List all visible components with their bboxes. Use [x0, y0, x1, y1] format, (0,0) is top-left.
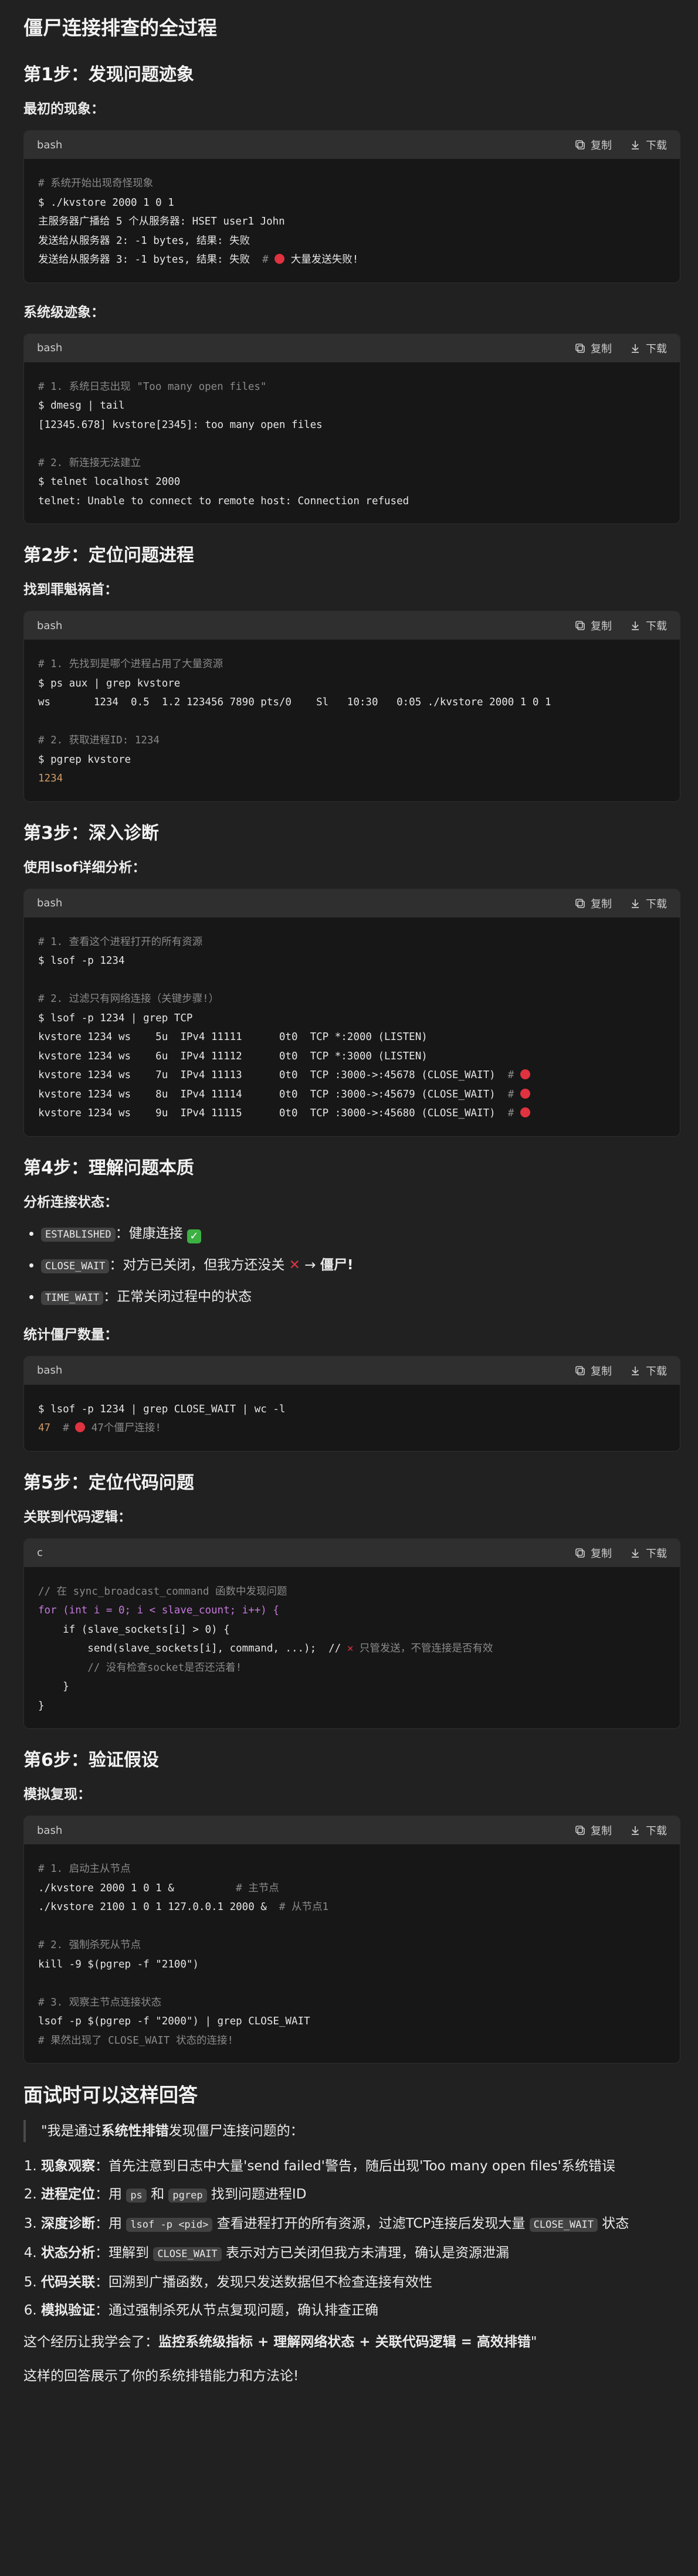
list-item: 进程定位：用 ps 和 pgrep 找到问题进程ID — [41, 2184, 679, 2205]
download-icon — [632, 344, 639, 353]
copy-icon — [575, 621, 585, 630]
code-header: c 复制 下载 — [24, 1538, 680, 1567]
code-content: // 在 sync_broadcast_command 函数中发现问题 for … — [38, 1585, 493, 1712]
download-icon — [632, 1826, 639, 1835]
red-circle-icon — [275, 254, 285, 264]
list-item: 现象观察：首先注意到日志中大量'send failed'警告，随后出现'Too … — [41, 2156, 679, 2176]
code-content: # 1. 系统日志出现 "Too many open files" $ dmes… — [38, 380, 409, 507]
code-language: bash — [37, 1364, 63, 1377]
step5-heading: 第5步：定位代码问题 — [23, 1472, 194, 1493]
step4-count-label: 统计僵尸数量： — [23, 1327, 118, 1343]
list-item: 状态分析：理解到 CLOSE_WAIT 表示对方已关闭但我方未清理，确认是资源泄… — [41, 2243, 679, 2264]
code-block: bash 复制 下载 # 1. 先找到是哪个进程占用了大量资源 $ ps aux… — [23, 611, 680, 802]
copy-icon — [575, 898, 585, 908]
quote: "我是通过系统性排错发现僵尸连接问题的： — [23, 2120, 679, 2142]
code-content: # 1. 查看这个进程打开的所有资源 $ lsof -p 1234 # 2. 过… — [24, 917, 680, 1136]
code-language: bash — [37, 138, 63, 151]
cross-icon: ✕ — [289, 1257, 300, 1273]
step4-label: 分析连接状态： — [23, 1194, 118, 1210]
page-title: 僵尸连接排查的全过程 — [23, 16, 217, 39]
step6-label: 模拟复现： — [23, 1787, 91, 1802]
code-block: bash 复制 下载 # 系统开始出现奇怪现象 $ ./kvstore 2000… — [23, 130, 680, 283]
code-content: # 系统开始出现奇怪现象 $ ./kvstore 2000 1 0 1 主服务器… — [38, 178, 359, 266]
step1-heading: 第1步：发现问题迹象 — [23, 64, 194, 85]
copy-icon — [575, 343, 585, 353]
download-icon — [632, 1548, 639, 1558]
copy-button[interactable]: 复制 — [574, 1545, 612, 1561]
copy-icon — [575, 140, 585, 149]
download-button[interactable]: 下载 — [629, 618, 667, 633]
interview-heading: 面试时可以这样回答 — [23, 2084, 198, 2106]
copy-button[interactable]: 复制 — [574, 137, 612, 152]
code-header: bash 复制 下载 — [24, 131, 680, 159]
list-item: 深度诊断：用 lsof -p <pid> 查看进程打开的所有资源，过滤TCP连接… — [41, 2214, 679, 2235]
copy-icon — [575, 1548, 585, 1558]
code-content: # 1. 启动主从节点 ./kvstore 2000 1 0 1 & # 主节点… — [38, 1863, 329, 2047]
copy-button[interactable]: 复制 — [574, 618, 612, 633]
copy-icon — [575, 1365, 585, 1375]
code-language: bash — [37, 619, 63, 632]
download-button[interactable]: 下载 — [629, 896, 667, 911]
closing-text: 这样的回答展示了你的系统排错能力和方法论! — [23, 2368, 299, 2384]
list-item: CLOSE_WAIT：对方已关闭，但我方还没关 ✕ → 僵尸! — [41, 1255, 679, 1276]
download-icon — [632, 1366, 639, 1375]
copy-button[interactable]: 复制 — [574, 1363, 612, 1378]
step4-heading: 第4步：理解问题本质 — [23, 1157, 194, 1178]
code-language: c — [37, 1547, 43, 1559]
code-language: bash — [37, 1824, 63, 1837]
step1-initial-label: 最初的现象： — [23, 101, 104, 117]
summary: 这个经历让我学会了：监控系统级指标 + 理解网络状态 + 关联代码逻辑 = 高效… — [23, 2334, 537, 2350]
download-icon — [632, 899, 639, 908]
step2-heading: 第2步：定位问题进程 — [23, 545, 194, 566]
copy-button[interactable]: 复制 — [574, 896, 612, 911]
list-item: 模拟验证：通过强制杀死从节点复现问题，确认排查正确 — [41, 2300, 679, 2320]
red-circle-icon — [75, 1422, 86, 1432]
copy-icon — [575, 1826, 585, 1835]
download-button[interactable]: 下载 — [629, 1823, 667, 1838]
code-content: # 1. 先找到是哪个进程占用了大量资源 $ ps aux | grep kvs… — [38, 658, 551, 784]
download-button[interactable]: 下载 — [629, 1363, 667, 1378]
download-button[interactable]: 下载 — [629, 137, 667, 152]
step2-label: 找到罪魁祸首： — [23, 582, 118, 597]
red-circle-icon — [520, 1107, 530, 1117]
download-icon — [632, 621, 639, 630]
code-language: bash — [37, 897, 63, 909]
code-content: $ lsof -p 1234 | grep CLOSE_WAIT | wc -l… — [38, 1403, 286, 1435]
answer-list: 现象观察：首先注意到日志中大量'send failed'警告，随后出现'Too … — [23, 2156, 679, 2320]
download-button[interactable]: 下载 — [629, 341, 667, 356]
list-item: 代码关联：回溯到广播函数，发现只发送数据但不检查连接有效性 — [41, 2272, 679, 2292]
code-header: bash 复制 下载 — [24, 334, 680, 362]
code-block: bash 复制 下载 # 1. 系统日志出现 "Too many open fi… — [23, 333, 680, 524]
step3-label: 使用lsof详细分析： — [23, 859, 146, 875]
red-circle-icon — [520, 1088, 530, 1099]
step6-heading: 第6步：验证假设 — [23, 1750, 159, 1770]
code-block: bash 复制 下载 # 1. 查看这个进程打开的所有资源 $ lsof -p … — [23, 888, 680, 1137]
code-header: bash 复制 下载 — [24, 1356, 680, 1385]
state-list: ESTABLISHED：健康连接 ✓ CLOSE_WAIT：对方已关闭，但我方还… — [23, 1224, 679, 1308]
check-icon: ✓ — [187, 1229, 201, 1243]
list-item: TIME_WAIT：正常关闭过程中的状态 — [41, 1287, 679, 1308]
code-block: bash 复制 下载 # 1. 启动主从节点 ./kvstore 2000 1 … — [23, 1816, 680, 2064]
step5-label: 关联到代码逻辑： — [23, 1509, 131, 1525]
download-button[interactable]: 下载 — [629, 1545, 667, 1561]
copy-button[interactable]: 复制 — [574, 341, 612, 356]
step3-heading: 第3步：深入诊断 — [23, 823, 159, 844]
code-language: bash — [37, 342, 63, 354]
step1-system-label: 系统级迹象： — [23, 304, 104, 320]
download-icon — [632, 141, 639, 149]
copy-button[interactable]: 复制 — [574, 1823, 612, 1838]
list-item: ESTABLISHED：健康连接 ✓ — [41, 1224, 679, 1245]
code-block: c 复制 下载 // 在 sync_broadcast_command 函数中发… — [23, 1538, 680, 1729]
code-header: bash 复制 下载 — [24, 611, 680, 640]
red-circle-icon — [520, 1069, 530, 1079]
code-header: bash 复制 下载 — [24, 889, 680, 917]
cross-icon: ✕ — [347, 1643, 354, 1654]
code-block: bash 复制 下载 $ lsof -p 1234 | grep CLOSE_W… — [23, 1355, 680, 1452]
code-header: bash 复制 下载 — [24, 1816, 680, 1844]
